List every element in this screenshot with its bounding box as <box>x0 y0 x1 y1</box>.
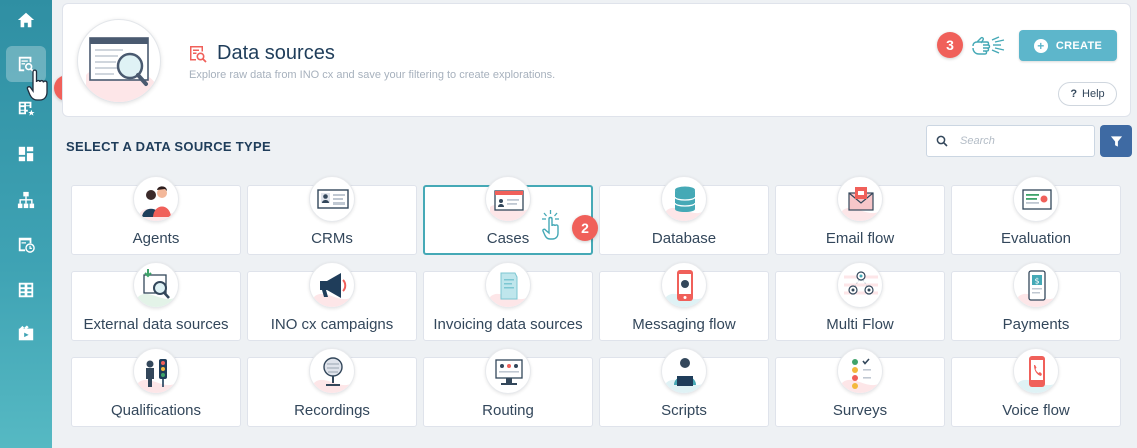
tile-qualifications[interactable]: Qualifications <box>71 348 241 427</box>
hand-cursor-icon <box>26 69 48 101</box>
tile-evaluation[interactable]: Evaluation <box>951 176 1121 255</box>
search-box[interactable] <box>926 125 1095 157</box>
payment-icon: $ <box>1013 262 1059 308</box>
phone-chat-icon <box>661 262 707 308</box>
voice-phone-icon <box>1013 348 1059 394</box>
nav-home[interactable] <box>6 2 46 38</box>
tile-ino-cx-campaigns[interactable]: INO cx campaigns <box>247 262 417 341</box>
crm-card-icon <box>309 176 355 222</box>
filter-button[interactable] <box>1100 125 1132 157</box>
nav-tables[interactable] <box>6 272 46 308</box>
tile-multi-flow[interactable]: Multi Flow <box>775 262 945 341</box>
microphone-icon <box>309 348 355 394</box>
filter-icon <box>1110 135 1122 147</box>
database-icon <box>661 176 707 222</box>
tile-payments[interactable]: $ Payments <box>951 262 1121 341</box>
video-icon <box>18 325 34 341</box>
survey-icon <box>837 348 883 394</box>
step-badge-3: 3 <box>937 32 963 58</box>
plus-icon: + <box>1033 38 1048 53</box>
create-button-label: CREATE <box>1055 39 1103 52</box>
tile-label: Routing <box>482 402 534 419</box>
grid-icon <box>18 282 34 298</box>
scripts-icon <box>661 348 707 394</box>
page-subtitle: Explore raw data from INO cx and save yo… <box>189 69 556 81</box>
tile-label: Invoicing data sources <box>433 316 583 333</box>
tile-recordings[interactable]: Recordings <box>247 348 417 427</box>
cases-icon <box>485 176 531 222</box>
tile-label: Voice flow <box>1002 402 1070 419</box>
tile-label: Payments <box>1002 316 1070 333</box>
email-icon <box>837 176 883 222</box>
tile-label: CRMs <box>311 230 353 247</box>
tile-invoicing-data-sources[interactable]: Invoicing data sources <box>423 262 593 341</box>
search-icon <box>936 135 948 147</box>
tile-label: Messaging flow <box>632 316 736 333</box>
external-data-icon <box>133 262 179 308</box>
tile-database[interactable]: Database <box>599 176 769 255</box>
section-title: SELECT A DATA SOURCE TYPE <box>66 139 271 154</box>
create-button[interactable]: + CREATE <box>1019 30 1117 61</box>
tile-label: External data sources <box>83 316 229 333</box>
tile-routing[interactable]: Routing <box>423 348 593 427</box>
qualifications-icon <box>133 348 179 394</box>
hierarchy-icon <box>17 191 35 209</box>
agents-icon <box>133 176 179 222</box>
dashboard-icon <box>18 146 34 162</box>
routing-icon <box>485 348 531 394</box>
tile-surveys[interactable]: Surveys <box>775 348 945 427</box>
svg-text:$: $ <box>1034 277 1039 286</box>
tile-external-data-sources[interactable]: External data sources <box>71 262 241 341</box>
tile-label: Surveys <box>832 402 888 419</box>
nav-hierarchy[interactable] <box>6 182 46 218</box>
pointing-hand-icon <box>972 36 1005 55</box>
tile-label: Multi Flow <box>826 316 894 333</box>
help-button-label: Help <box>1082 88 1105 100</box>
tile-label: Agents <box>132 230 180 247</box>
tile-label: Evaluation <box>1000 230 1072 247</box>
tile-messaging-flow[interactable]: Messaging flow <box>599 262 769 341</box>
question-icon: ? <box>1070 88 1078 100</box>
tile-label: INO cx campaigns <box>270 316 394 333</box>
data-sources-title-icon <box>190 45 207 63</box>
tile-label: Cases <box>486 230 530 247</box>
data-sources-illustration <box>77 19 161 103</box>
help-button[interactable]: ? Help <box>1058 82 1117 106</box>
step-badge-2: 2 <box>572 215 598 241</box>
tile-label: Email flow <box>825 230 895 247</box>
tile-cases[interactable]: Cases 2 <box>423 176 598 255</box>
tile-label: Recordings <box>294 402 370 419</box>
tile-scripts[interactable]: Scripts <box>599 348 769 427</box>
home-icon <box>17 12 35 28</box>
tile-label: Qualifications <box>110 402 202 419</box>
search-input[interactable] <box>960 135 1090 147</box>
tile-crms[interactable]: CRMs <box>247 176 417 255</box>
tile-label: Scripts <box>661 402 707 419</box>
tile-label: Database <box>651 230 717 247</box>
header-card: Data sources Explore raw data from INO c… <box>62 3 1131 117</box>
nav-media[interactable] <box>6 316 46 352</box>
scheduled-report-icon <box>18 237 35 253</box>
nav-dashboards[interactable] <box>6 136 46 172</box>
evaluation-icon <box>1013 176 1059 222</box>
tile-agents[interactable]: Agents <box>71 176 241 255</box>
tile-email-flow[interactable]: Email flow <box>775 176 945 255</box>
invoice-icon <box>485 262 531 308</box>
page-title: Data sources <box>217 42 335 64</box>
tile-voice-flow[interactable]: Voice flow <box>951 348 1121 427</box>
megaphone-icon <box>309 262 355 308</box>
tap-hand-icon <box>542 210 559 240</box>
multi-flow-icon <box>837 262 883 308</box>
nav-scheduled[interactable] <box>6 226 46 262</box>
